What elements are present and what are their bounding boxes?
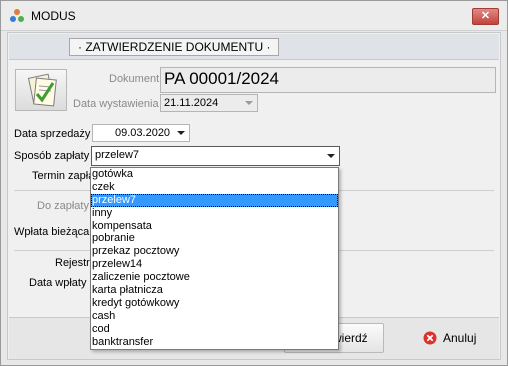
dropdown-option[interactable]: cash [91,310,338,323]
dropdown-option[interactable]: inny [91,207,338,220]
cancel-button[interactable]: Anuluj [412,323,490,353]
chevron-down-icon[interactable] [177,131,185,135]
modus-window: MODUS ✕ · ZATWIERDZENIE DOKUMENTU · Doku… [0,0,508,366]
document-label: Dokument [109,73,160,85]
payment-date-label: Data wpłaty [29,277,87,289]
payment-method-dropdown[interactable]: gotówka czek przelew7 inny kompensata pobrani… [90,167,339,350]
dropdown-option[interactable]: gotówka [91,168,338,181]
issue-date-field: 21.11.2024 [160,94,258,112]
document-approve-icon [15,69,67,111]
dropdown-option[interactable]: kompensata [91,220,338,233]
issue-date-value: 21.11.2024 [164,97,219,109]
app-logo-icon [10,9,24,22]
sale-date-picker[interactable]: 09.03.2020 [92,124,190,142]
dropdown-option[interactable]: przelew7 [91,193,338,207]
dropdown-option[interactable]: przelew14 [91,258,338,271]
dropdown-option[interactable]: karta płatnicza [91,284,338,297]
current-payment-label: Wpłata bieżąca [14,226,90,238]
chevron-down-icon [245,101,253,105]
header-dot-right-icon: · [266,40,271,54]
payment-method-select[interactable]: przelew7 [91,146,340,166]
dropdown-option[interactable]: pobranie [91,232,338,245]
cancel-button-label: Anuluj [443,331,477,345]
document-number-field: PA 00001/2024 [160,67,496,93]
cancel-icon [423,331,437,345]
sale-date-value: 09.03.2020 [115,127,171,139]
dropdown-option[interactable]: zaliczenie pocztowe [91,271,338,284]
header-title: · ZATWIERDZENIE DOKUMENTU · [69,38,280,56]
title-bar[interactable]: MODUS ✕ [1,1,507,31]
window-title: MODUS [31,9,76,23]
sale-date-label: Data sprzedaży [14,128,91,140]
dropdown-option[interactable]: cod [91,323,338,336]
dropdown-option[interactable]: banktransfer [91,336,338,349]
dropdown-option[interactable]: czek [91,181,338,194]
header-title-text: ZATWIERDZENIE DOKUMENTU [85,40,264,54]
chevron-down-icon[interactable] [327,154,335,158]
dropdown-option[interactable]: kredyt gotówkowy [91,297,338,310]
payment-method-value: przelew7 [95,149,140,161]
header-dot-left-icon: · [78,40,82,54]
payment-method-label: Sposób zapłaty [14,150,90,162]
to-pay-label: Do zapłaty [37,200,89,212]
header-bar: · ZATWIERDZENIE DOKUMENTU · [9,34,499,60]
close-button[interactable]: ✕ [472,8,499,25]
issue-date-label: Data wystawienia [73,98,159,110]
dropdown-option[interactable]: przekaz pocztowy [91,245,338,258]
register-label: Rejestr [55,257,90,269]
